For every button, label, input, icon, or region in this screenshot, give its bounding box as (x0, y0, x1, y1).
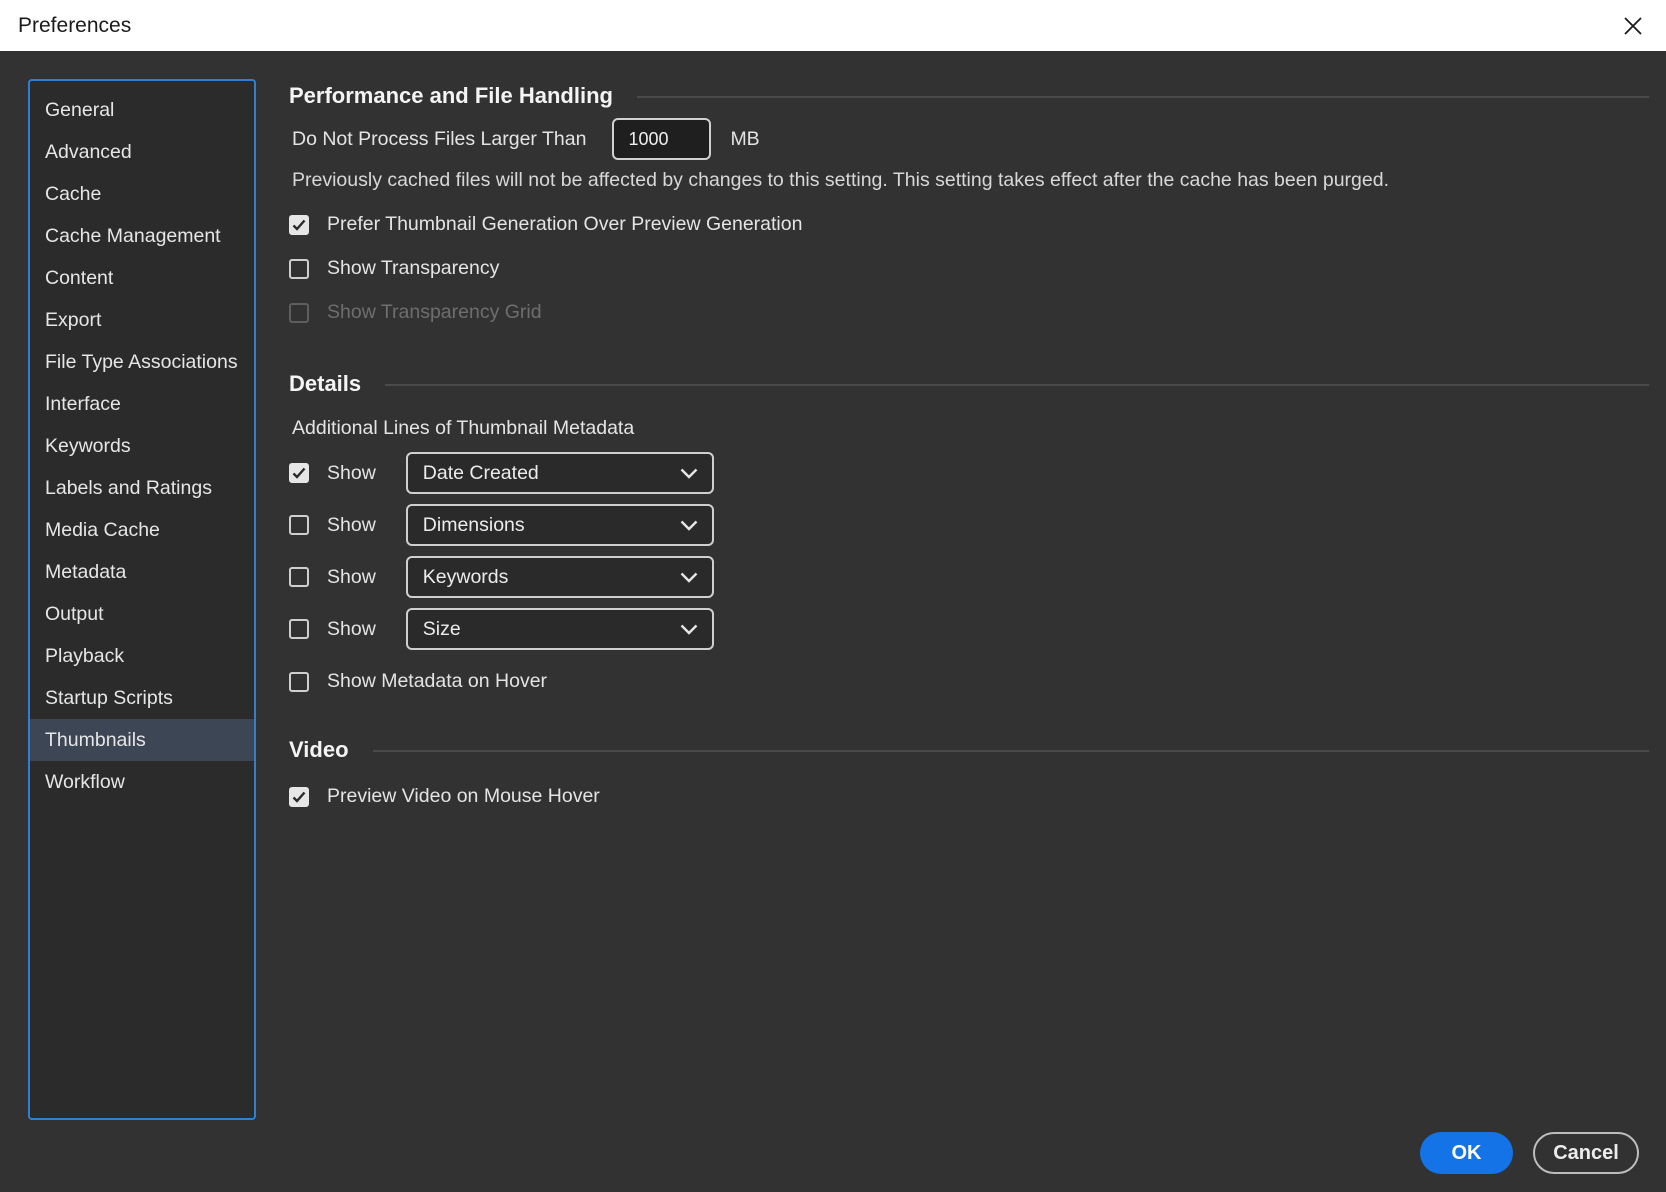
ok-button[interactable]: OK (1420, 1132, 1513, 1174)
section-title: Performance and File Handling (289, 83, 613, 108)
dropdown-value: Keywords (422, 565, 509, 588)
show-transparency-checkbox[interactable] (289, 258, 309, 279)
chevron-down-icon (680, 624, 698, 635)
metadata-line-row: Show Date Created (289, 452, 1649, 494)
cancel-button[interactable]: Cancel (1533, 1132, 1639, 1174)
chevron-down-icon (680, 468, 698, 479)
preview-hover-label: Preview Video on Mouse Hover (327, 785, 600, 807)
metadata-hover-row: Show Metadata on Hover (289, 670, 1649, 693)
title-bar: Preferences (0, 0, 1666, 51)
window-title: Preferences (18, 13, 132, 37)
section-divider (636, 96, 1649, 98)
cache-note: Previously cached files will not be affe… (292, 169, 1389, 191)
metadata-lines-heading: Additional Lines of Thumbnail Metadata (292, 417, 1649, 440)
metadata-line-3-dropdown[interactable]: Keywords (405, 556, 714, 598)
metadata-line-3-checkbox[interactable] (289, 567, 309, 587)
metadata-line-1-checkbox[interactable] (289, 463, 309, 483)
metadata-line-2-checkbox[interactable] (289, 515, 309, 535)
sidebar-item-advanced[interactable]: Advanced (30, 131, 254, 173)
checkmark-icon (292, 467, 306, 479)
prefer-thumbnail-label: Prefer Thumbnail Generation Over Preview… (327, 213, 803, 235)
section-video-header: Video (289, 730, 1649, 770)
sidebar-item-thumbnails[interactable]: Thumbnails (30, 719, 254, 761)
close-icon[interactable] (1618, 11, 1648, 41)
sidebar-item-playback[interactable]: Playback (30, 635, 254, 677)
metadata-line-row: Show Dimensions (289, 504, 1649, 546)
dropdown-value: Dimensions (422, 513, 525, 536)
metadata-line-row: Show Keywords (289, 556, 1649, 598)
metadata-hover-checkbox[interactable] (289, 671, 309, 692)
sidebar-item-labels-and-ratings[interactable]: Labels and Ratings (30, 467, 254, 509)
preview-hover-checkbox[interactable] (289, 786, 309, 807)
sidebar-item-content[interactable]: Content (30, 257, 254, 299)
metadata-line-2-dropdown[interactable]: Dimensions (405, 504, 714, 546)
sidebar-item-keywords[interactable]: Keywords (30, 425, 254, 467)
max-file-size-row: Do Not Process Files Larger Than MB (292, 118, 1649, 160)
max-file-size-input[interactable] (612, 118, 712, 160)
thumbnails-panel: Performance and File Handling Do Not Pro… (289, 76, 1649, 808)
checkmark-icon (292, 219, 306, 231)
show-transparency-grid-label: Show Transparency Grid (327, 301, 542, 323)
preferences-sidebar: General Advanced Cache Cache Management … (28, 79, 256, 1120)
sidebar-item-file-type-associations[interactable]: File Type Associations (30, 341, 254, 383)
metadata-hover-label: Show Metadata on Hover (327, 670, 548, 692)
checkmark-icon (292, 791, 306, 803)
sidebar-item-output[interactable]: Output (30, 593, 254, 635)
sidebar-item-startup-scripts[interactable]: Startup Scripts (30, 677, 254, 719)
show-transparency-row: Show Transparency (289, 257, 1649, 280)
section-performance-header: Performance and File Handling (289, 76, 1649, 116)
chevron-down-icon (680, 572, 698, 583)
show-label: Show (327, 513, 376, 536)
section-divider (372, 750, 1649, 752)
metadata-lines-label: Additional Lines of Thumbnail Metadata (292, 417, 635, 439)
section-details-header: Details (289, 364, 1649, 404)
preview-hover-row: Preview Video on Mouse Hover (289, 785, 1649, 808)
show-label: Show (327, 461, 376, 484)
show-transparency-grid-row: Show Transparency Grid (289, 301, 1649, 324)
section-title: Video (289, 737, 349, 762)
metadata-line-4-dropdown[interactable]: Size (405, 608, 714, 650)
dropdown-value: Size (422, 617, 461, 640)
dropdown-value: Date Created (422, 461, 539, 484)
chevron-down-icon (680, 520, 698, 531)
max-file-size-unit: MB (730, 127, 760, 150)
prefer-thumbnail-checkbox[interactable] (289, 214, 309, 235)
metadata-line-1-dropdown[interactable]: Date Created (405, 452, 714, 494)
sidebar-item-interface[interactable]: Interface (30, 383, 254, 425)
show-transparency-label: Show Transparency (327, 257, 500, 279)
prefer-thumbnail-row: Prefer Thumbnail Generation Over Preview… (289, 213, 1649, 236)
metadata-line-4-checkbox[interactable] (289, 619, 309, 639)
sidebar-item-metadata[interactable]: Metadata (30, 551, 254, 593)
sidebar-item-cache-management[interactable]: Cache Management (30, 215, 254, 257)
sidebar-item-workflow[interactable]: Workflow (30, 761, 254, 803)
sidebar-item-export[interactable]: Export (30, 299, 254, 341)
show-label: Show (327, 565, 376, 588)
section-divider (385, 384, 1649, 386)
show-transparency-grid-checkbox (289, 302, 309, 323)
max-file-size-label: Do Not Process Files Larger Than (292, 127, 587, 150)
sidebar-item-media-cache[interactable]: Media Cache (30, 509, 254, 551)
section-title: Details (289, 371, 362, 396)
sidebar-item-general[interactable]: General (30, 89, 254, 131)
sidebar-item-cache[interactable]: Cache (30, 173, 254, 215)
show-label: Show (327, 617, 376, 640)
metadata-line-row: Show Size (289, 608, 1649, 650)
